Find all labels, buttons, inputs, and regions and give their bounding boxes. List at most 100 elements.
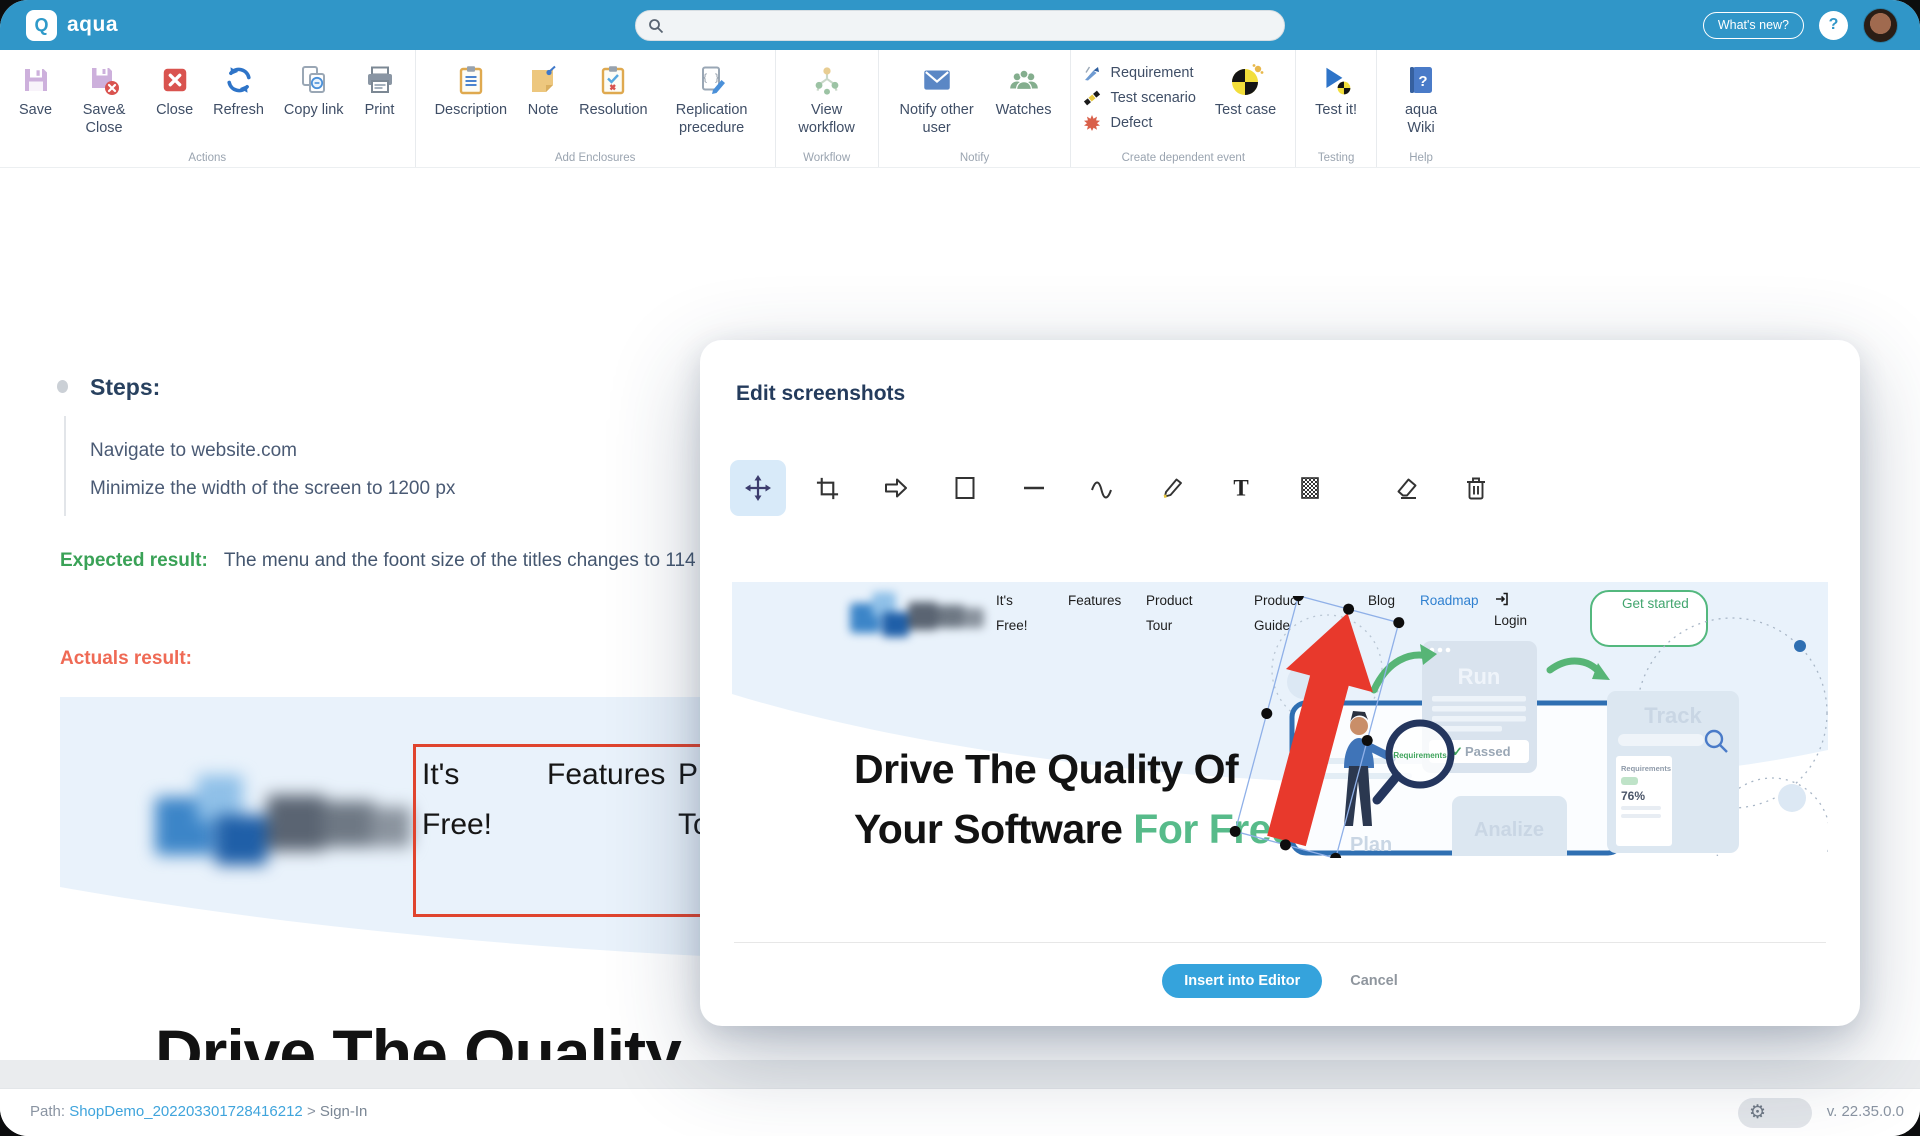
line-tool-button[interactable] [1006,460,1062,516]
copy-link-label: Copy link [284,102,344,120]
requirement-label: Requirement [1110,65,1193,81]
top-bar: Q aqua What's new? ? [0,0,1920,50]
note-label: Note [528,102,559,120]
svg-text:T: T [1233,476,1248,501]
aqua-wiki-button[interactable]: ? aqua Wiki [1389,60,1453,137]
resolution-label: Resolution [579,102,648,120]
pixelate-icon [1297,475,1323,501]
ribbon-group-label-actions: Actions [0,152,415,164]
notify-other-user-label: Notify other user [898,102,976,137]
expected-result-label: Expected result: [60,550,208,571]
app-window: Q aqua What's new? ? Save Save& Close [0,0,1920,1136]
ribbon-toolbar: Save Save& Close Close Refresh Copy link [0,50,1920,168]
watches-label: Watches [996,102,1052,120]
chevron-right-icon: > [307,1103,316,1120]
notify-other-user-button[interactable]: Notify other user [891,60,983,137]
ribbon-group-workflow: View workflow Workflow [776,50,879,167]
print-button[interactable]: Print [357,60,403,120]
close-button[interactable]: Close [149,60,200,120]
modal-title: Edit screenshots [736,382,905,406]
test-it-label: Test it! [1315,102,1357,120]
test-it-button[interactable]: Test it! [1308,60,1364,120]
gear-icon: ⚙ [1749,1101,1766,1124]
global-search [635,10,1285,41]
ribbon-group-notify: Notify other user Watches Notify [879,50,1072,167]
illustration-requirements-label: Requirements [1621,764,1671,773]
settings-toggle[interactable]: ⚙ [1738,1098,1812,1128]
eraser-icon [1394,475,1420,501]
aqua-logo-icon: Q [26,10,57,41]
move-icon [745,475,771,501]
screenshot-canvas[interactable]: It's Free! Features Product Tour Product… [732,582,1828,858]
red-arrow-annotation[interactable] [1202,596,1432,858]
move-tool-button[interactable] [730,460,786,516]
defect-button[interactable]: Defect [1083,114,1195,132]
note-button[interactable]: Note [520,60,566,120]
rectangle-tool-button[interactable] [937,460,993,516]
trash-icon [1463,475,1489,501]
description-icon [455,60,487,100]
view-workflow-icon [810,60,844,100]
save-and-close-label: Save& Close [72,102,136,137]
ribbon-group-help: ? aqua Wiki Help [1377,50,1465,167]
view-workflow-button[interactable]: View workflow [788,60,866,137]
test-scenario-button[interactable]: Test scenario [1083,89,1195,107]
test-case-button[interactable]: Test case [1208,60,1283,120]
description-button[interactable]: Description [428,60,515,120]
user-avatar[interactable] [1863,8,1898,43]
ribbon-group-label-help: Help [1377,152,1465,164]
close-label: Close [156,102,193,120]
arrow-tool-button[interactable] [868,460,924,516]
eraser-tool-button[interactable] [1379,460,1435,516]
site-nav-features: Features [547,750,665,800]
ribbon-group-label-notify: Notify [879,152,1071,164]
replication-procedure-button[interactable]: { } Replication precedure [661,60,763,137]
path-project-link[interactable]: ShopDemo_202203301728416212 [69,1103,303,1120]
arrow-icon [883,475,909,501]
copy-link-button[interactable]: Copy link [277,60,351,120]
cancel-button[interactable]: Cancel [1350,973,1398,989]
test-it-icon [1319,60,1353,100]
marker-tool-button[interactable] [1144,460,1200,516]
curve-icon [1090,475,1116,501]
save-button[interactable]: Save [12,60,59,120]
breadcrumb: Path: ShopDemo_202203301728416212 > Sign… [30,1103,367,1120]
requirement-button[interactable]: Requirement [1083,64,1195,82]
test-case-icon [1228,60,1264,100]
test-scenario-label: Test scenario [1110,90,1195,106]
svg-text:?: ? [1418,73,1427,90]
save-icon [20,60,52,100]
ribbon-group-label-testing: Testing [1296,152,1376,164]
step-item: Minimize the width of the screen to 1200… [90,478,455,500]
refresh-button[interactable]: Refresh [206,60,271,120]
note-icon [527,60,559,100]
watches-icon [1007,60,1041,100]
ribbon-group-label-workflow: Workflow [776,152,878,164]
test-case-label: Test case [1215,102,1276,120]
curve-tool-button[interactable] [1075,460,1131,516]
watches-button[interactable]: Watches [989,60,1059,120]
crop-tool-button[interactable] [799,460,855,516]
save-and-close-button[interactable]: Save& Close [65,60,143,137]
delete-tool-button[interactable] [1448,460,1504,516]
help-button[interactable]: ? [1819,11,1848,40]
refresh-label: Refresh [213,102,264,120]
resolution-icon [597,60,629,100]
ribbon-group-create-dependent-event: Requirement Test scenario Defect Test ca… [1071,50,1296,167]
illustration-analize-label: Analize [1474,819,1544,841]
top-bar-right: What's new? ? [1703,0,1898,50]
ribbon-group-actions: Save Save& Close Close Refresh Copy link [0,50,416,167]
insert-into-editor-button[interactable]: Insert into Editor [1162,964,1322,998]
rectangle-icon [952,475,978,501]
site-nav-features: Features [1068,588,1121,613]
section-bullet [57,380,68,393]
whats-new-button[interactable]: What's new? [1703,12,1804,39]
print-icon [364,60,396,100]
site-nav-its-free: It's Free! [996,588,1044,638]
pixelate-tool-button[interactable] [1282,460,1338,516]
refresh-icon [223,60,255,100]
text-tool-button[interactable]: T [1213,460,1269,516]
resolution-button[interactable]: Resolution [572,60,655,120]
search-input[interactable] [672,18,1272,34]
path-current-item: Sign-In [320,1103,368,1120]
